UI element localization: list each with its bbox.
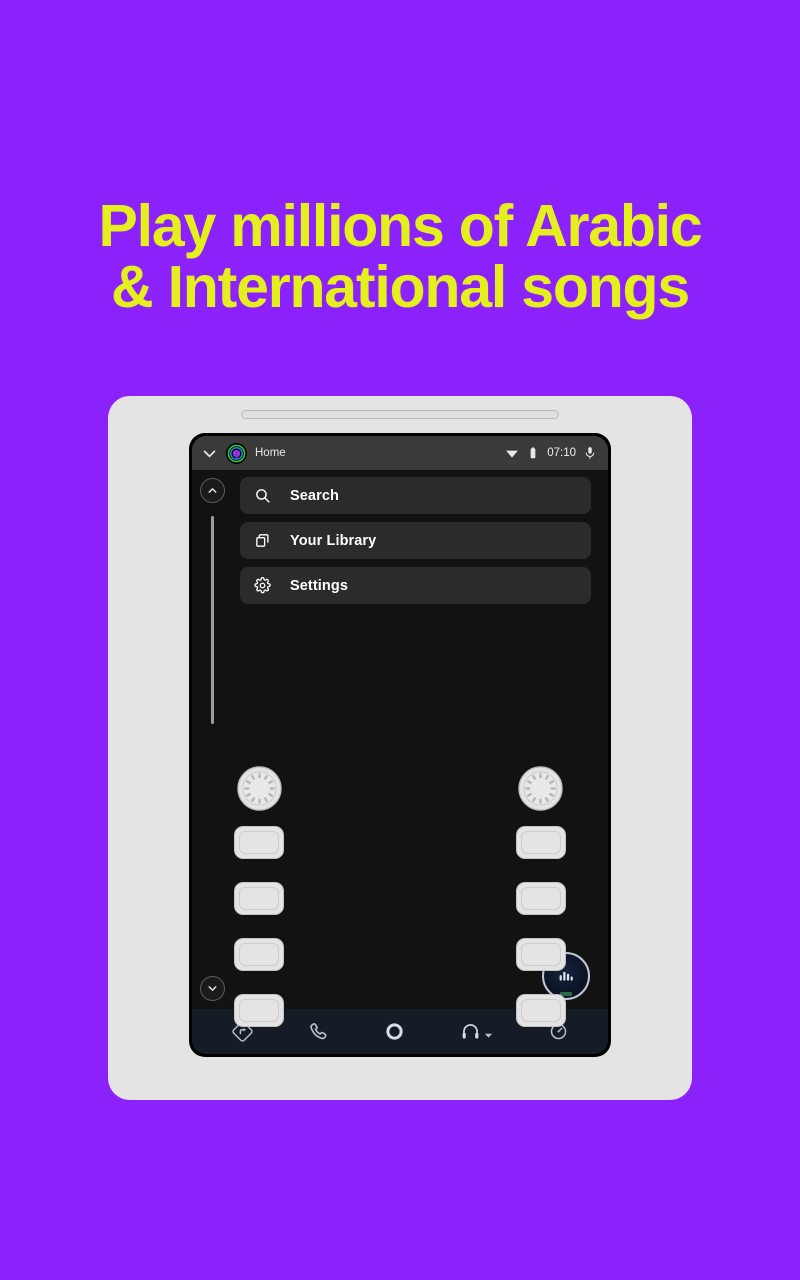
physical-button-r2[interactable] [516,882,566,915]
page-title: Play millions of Arabic & International … [0,196,800,318]
library-icon [254,532,271,549]
physical-button-l3[interactable] [234,938,284,971]
speaker-grille [241,410,559,419]
physical-button-r4[interactable] [516,994,566,1027]
chevron-down-icon [484,1027,493,1038]
physical-button-l4[interactable] [234,994,284,1027]
nav-item-media[interactable] [460,1021,493,1042]
car-head-unit-device: Home 07:10 Search Your Library Settings [108,396,692,1100]
gear-icon [254,576,271,594]
menu-item-label: Your Library [290,532,377,549]
headline-line-2: & International songs [111,254,690,320]
physical-button-r1[interactable] [516,826,566,859]
rotary-knob-right[interactable] [516,764,565,813]
headline-line-1: Play millions of Arabic [98,193,703,259]
scroll-down-button[interactable] [200,976,225,1001]
physical-button-l2[interactable] [234,882,284,915]
menu-item-label: Search [290,487,339,504]
menu-item-settings[interactable]: Settings [240,567,591,604]
chevron-down-icon[interactable] [201,445,218,462]
main-menu-list: Search Your Library Settings [240,477,591,604]
physical-button-l1[interactable] [234,826,284,859]
rotary-knob-left[interactable] [235,764,284,813]
phone-icon [308,1021,329,1042]
headphones-icon [460,1021,481,1042]
wifi-icon [505,446,519,460]
status-bar: Home 07:10 [192,436,608,470]
menu-item-your-library[interactable]: Your Library [240,522,591,559]
scroll-up-button[interactable] [200,478,225,503]
battery-icon [526,446,540,460]
status-bar-clock: 07:10 [547,447,576,459]
nav-item-phone[interactable] [308,1021,329,1042]
app-logo-icon[interactable] [226,442,247,464]
nav-item-home[interactable] [384,1021,405,1042]
search-icon [254,487,271,504]
menu-item-search[interactable]: Search [240,477,591,514]
menu-item-label: Settings [290,577,348,594]
status-bar-indicators: 07:10 [505,446,597,460]
home-circle-icon [384,1021,405,1042]
microphone-icon[interactable] [583,446,597,460]
physical-button-r3[interactable] [516,938,566,971]
status-bar-title: Home [255,447,286,459]
scrollbar-thumb[interactable] [211,516,214,724]
